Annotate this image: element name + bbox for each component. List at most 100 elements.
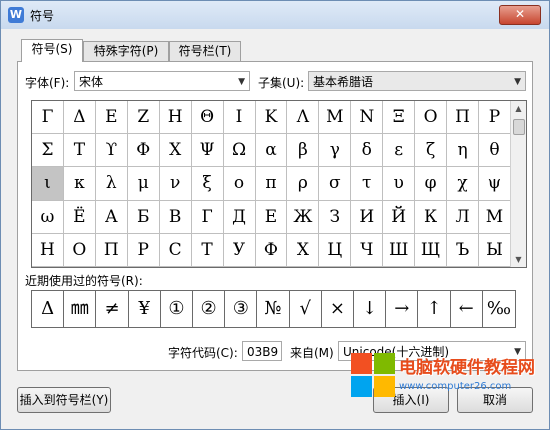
close-button[interactable]: ✕ [499,5,541,25]
symbol-cell[interactable]: Ψ [191,134,224,168]
symbol-cell[interactable]: Τ [63,134,96,168]
symbol-cell[interactable]: Μ [319,101,352,135]
symbol-cell[interactable]: Φ [127,134,160,168]
insert-to-symbol-bar-button[interactable]: 插入到符号栏(Y) [17,387,111,413]
symbol-cell[interactable]: Π [447,101,479,135]
symbol-cell[interactable]: σ [319,167,352,201]
recent-symbol-cell[interactable]: × [322,291,354,327]
char-code-field[interactable]: 03B9 [242,341,282,361]
recent-symbol-cell[interactable]: ① [161,291,193,327]
symbol-cell[interactable]: Г [191,200,224,234]
symbol-cell[interactable]: Ч [351,233,384,267]
symbol-cell[interactable]: Λ [287,101,320,135]
tab-special-chars[interactable]: 特殊字符(P) [83,41,169,61]
symbol-cell[interactable]: ϒ [95,134,128,168]
recent-symbol-cell[interactable]: ¥ [129,291,161,327]
symbol-cell[interactable]: Х [287,233,320,267]
recent-symbol-cell[interactable]: № [257,291,290,327]
recent-symbol-cell[interactable]: ↓ [354,291,387,327]
symbol-cell[interactable]: Ξ [383,101,416,135]
symbol-cell[interactable]: μ [127,167,160,201]
symbol-cell[interactable]: О [63,233,96,267]
symbol-cell[interactable]: Л [447,200,479,234]
symbol-cell[interactable]: З [319,200,352,234]
symbol-cell[interactable]: Ж [287,200,320,234]
symbol-cell[interactable]: Ё [63,200,96,234]
symbol-cell[interactable]: ψ [479,167,511,201]
symbol-cell[interactable]: И [351,200,384,234]
symbol-cell[interactable]: Σ [32,134,64,168]
symbol-cell[interactable]: Р [127,233,160,267]
symbol-cell[interactable]: Е [255,200,288,234]
symbol-cell[interactable]: φ [415,167,448,201]
symbol-cell[interactable]: ε [383,134,416,168]
symbol-cell[interactable]: β [287,134,320,168]
symbol-cell[interactable]: ζ [415,134,448,168]
symbol-cell[interactable]: Γ [32,101,64,135]
symbol-cell[interactable]: ο [223,167,256,201]
symbol-cell[interactable]: ν [159,167,192,201]
title-bar[interactable]: W 符号 ✕ [1,1,549,29]
symbol-cell[interactable]: Ф [255,233,288,267]
symbol-cell[interactable]: Щ [415,233,448,267]
symbol-cell[interactable]: Ζ [127,101,160,135]
symbol-cell[interactable]: λ [95,167,128,201]
symbol-cell[interactable]: κ [63,167,96,201]
symbol-cell[interactable]: θ [479,134,511,168]
symbol-cell[interactable]: К [415,200,448,234]
recent-symbol-cell[interactable]: ② [193,291,226,327]
symbol-cell[interactable]: α [255,134,288,168]
symbol-cell[interactable]: Н [32,233,64,267]
symbol-cell[interactable]: ρ [287,167,320,201]
recent-symbol-cell[interactable]: ㎜ [64,291,97,327]
recent-symbol-cell[interactable]: ③ [225,291,258,327]
recent-symbol-cell[interactable]: → [386,291,419,327]
symbol-cell[interactable]: Д [223,200,256,234]
subset-select[interactable]: 基本希腊语 ▼ [308,71,526,91]
symbol-cell[interactable]: τ [351,167,384,201]
symbol-cell[interactable]: М [479,200,511,234]
symbol-cell[interactable]: П [95,233,128,267]
symbol-cell[interactable]: Ъ [447,233,479,267]
tab-symbols[interactable]: 符号(S) [21,39,83,62]
symbol-cell[interactable]: Ω [223,134,256,168]
symbol-cell[interactable]: χ [447,167,479,201]
symbol-cell[interactable]: Ш [383,233,416,267]
symbol-cell[interactable]: Κ [255,101,288,135]
recent-symbol-cell[interactable]: Δ [32,291,65,327]
symbol-cell[interactable]: У [223,233,256,267]
symbol-cell[interactable]: γ [319,134,352,168]
recent-symbol-cell[interactable]: ≠ [96,291,129,327]
symbol-cell[interactable]: υ [383,167,416,201]
symbol-cell[interactable]: Т [191,233,224,267]
recent-symbol-cell[interactable]: ‰ [483,291,515,327]
symbol-cell[interactable]: Θ [191,101,224,135]
symbol-cell[interactable]: С [159,233,192,267]
symbol-cell[interactable]: Ν [351,101,384,135]
symbol-cell[interactable]: ω [32,200,64,234]
scroll-up-icon[interactable]: ▲ [511,101,526,116]
symbol-cell[interactable]: Ι [223,101,256,135]
symbol-cell[interactable]: А [95,200,128,234]
symbol-cell[interactable]: В [159,200,192,234]
symbol-cell[interactable]: Η [159,101,192,135]
recent-symbol-cell[interactable]: √ [290,291,322,327]
symbol-grid-scrollbar[interactable]: ▲ ▼ [510,101,526,267]
symbol-cell[interactable]: η [447,134,479,168]
scroll-down-icon[interactable]: ▼ [511,252,526,267]
symbol-cell[interactable]: Δ [63,101,96,135]
font-select[interactable]: 宋体 ▼ [74,71,250,91]
recent-symbol-cell[interactable]: ↑ [418,291,451,327]
symbol-cell[interactable]: Ы [479,233,511,267]
symbol-cell[interactable]: Ε [95,101,128,135]
symbol-cell[interactable]: Б [127,200,160,234]
symbol-cell[interactable]: Ц [319,233,352,267]
tab-symbol-bar[interactable]: 符号栏(T) [169,41,241,61]
symbol-cell[interactable]: Й [383,200,416,234]
symbol-cell[interactable]: δ [351,134,384,168]
symbol-cell[interactable]: π [255,167,288,201]
symbol-cell[interactable]: Ο [415,101,448,135]
scroll-thumb[interactable] [513,119,525,135]
recent-symbol-cell[interactable]: ← [451,291,483,327]
symbol-cell[interactable]: ξ [191,167,224,201]
